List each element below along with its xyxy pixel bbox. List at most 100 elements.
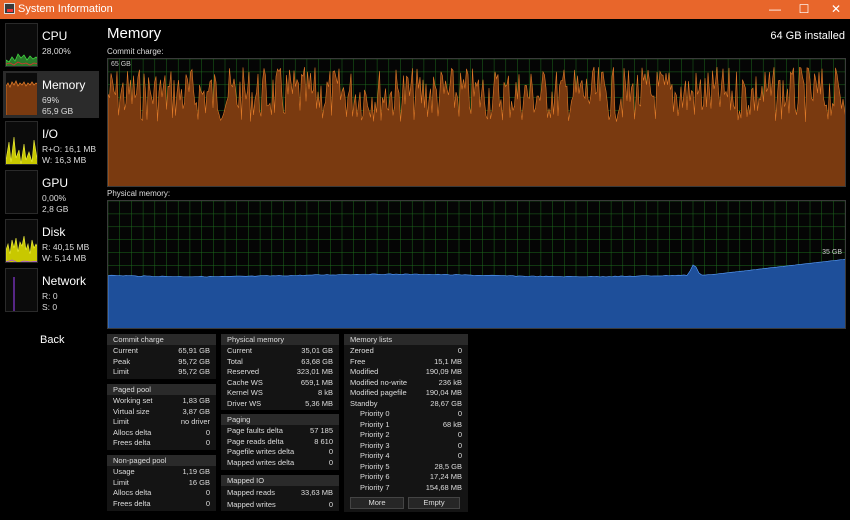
maximize-button[interactable]: ☐: [788, 0, 820, 19]
stat-row: Mapped reads 33,63 MB: [227, 488, 333, 497]
stat-row: Allocs delta 0: [113, 427, 210, 437]
sidebar-item-value: 2,8 GB: [42, 204, 69, 214]
stat-row: Reserved 323,01 MB: [227, 367, 333, 376]
io-thumbnail-graph: [5, 121, 38, 165]
stat-row: Limit 16 GB: [113, 477, 210, 487]
stat-row: Current 35,01 GB: [227, 346, 333, 355]
paging-panel: Paging Page faults delta 57 185 Page read…: [221, 414, 339, 470]
stat-row: Zeroed 0: [350, 346, 462, 355]
disk-thumbnail-graph: [5, 219, 38, 263]
stat-row: Frees delta 0: [113, 498, 210, 508]
commit-charge-graph: 65 GB: [107, 58, 846, 187]
sidebar-item-io[interactable]: I/O R+O: 16,1 MB W: 16,3 MB: [3, 120, 99, 167]
stat-row: Modified pagefile 190,04 MB: [350, 388, 462, 397]
stat-row: Modified 190,09 MB: [350, 367, 462, 376]
stat-row: Priority 20: [360, 430, 462, 439]
sidebar: CPU 28,00% Memory 69% 65,9 GB I/O R+O: 1…: [0, 19, 104, 520]
sidebar-item-value: W: 16,3 MB: [42, 155, 87, 165]
panel-header: Physical memory: [221, 334, 339, 345]
stat-row: Working set 1,83 GB: [113, 396, 210, 405]
physical-memory-panel: Physical memory Current 35,01 GB Total 63,…: [221, 334, 339, 410]
cpu-thumbnail-graph: [5, 23, 38, 67]
memory-thumbnail-graph: [5, 72, 38, 116]
close-button[interactable]: ✕: [820, 0, 850, 19]
stat-row: Priority 7 154,68 MB: [360, 482, 462, 492]
window-title: System Information: [18, 3, 113, 15]
commit-charge-panel: Commit charge Current 65,91 GB Peak 95,72 …: [107, 334, 216, 379]
stat-row: Allocs delta 0: [113, 488, 210, 497]
stat-row: Priority 1 68 kB: [360, 419, 462, 429]
stat-row: Page reads delta 8 610: [227, 436, 333, 446]
stat-row: Cache WS 659,1 MB: [227, 377, 333, 387]
stat-row: Usage 1,19 GB: [113, 467, 210, 476]
stat-row: Priority 40: [360, 451, 462, 460]
sidebar-item-value: 65,9 GB: [42, 106, 74, 116]
stat-row: Mapped writes 0: [227, 500, 333, 509]
sidebar-item-value: R+O: 16,1 MB: [42, 144, 97, 154]
sidebar-item-label: Network: [42, 274, 87, 288]
sidebar-item-label: Memory: [42, 78, 86, 92]
paged-pool-panel: Paged pool Working set 1,83 GB Virtual si…: [107, 384, 216, 450]
memory-lists-panel: Memory lists Zeroed 0 Free 15,1 MB Modifie…: [344, 334, 468, 512]
stat-row: Frees delta 0: [113, 438, 210, 447]
stat-row: Current 65,91 GB: [113, 346, 210, 355]
stat-row: Priority 30: [360, 440, 462, 450]
sidebar-item-cpu[interactable]: CPU 28,00%: [3, 22, 99, 69]
page-title: Memory: [107, 25, 162, 42]
commit-scale-tag: 65 GB: [111, 61, 131, 68]
panel-header: Paging: [221, 414, 339, 425]
commit-charge-label: Commit charge:: [107, 47, 164, 56]
stat-row: Modified no-write 236 kB: [350, 377, 462, 387]
sidebar-item-label: CPU: [42, 29, 68, 43]
physical-scale-tag: 35 GB: [822, 249, 842, 256]
stat-row: Page faults delta 57 185: [227, 426, 333, 435]
stat-row: Limit no driver: [113, 417, 210, 426]
sidebar-item-value: 69%: [42, 95, 60, 105]
sidebar-item-value: R: 40,15 MB: [42, 242, 90, 252]
sidebar-item-value: W: 5,14 MB: [42, 253, 87, 263]
stat-row: Peak 95,72 GB: [113, 356, 210, 366]
sidebar-item-value: 28,00%: [42, 46, 71, 56]
sidebar-item-gpu[interactable]: GPU 0,00% 2,8 GB: [3, 169, 99, 216]
panel-header: Non-paged pool: [107, 455, 216, 466]
mapped-io-panel: Mapped IO Mapped reads 33,63 MB Mapped wr…: [221, 475, 339, 511]
stat-row: Free 15,1 MB: [350, 356, 462, 366]
commit-charge-plot: [108, 59, 845, 186]
empty-button[interactable]: Empty: [408, 497, 460, 509]
stat-row: Limit 95,72 GB: [113, 367, 210, 376]
non-paged-pool-panel: Non-paged pool Usage 1,19 GB Limit 16 GB A…: [107, 455, 216, 511]
stat-row: Kernel WS 8 kB: [227, 388, 333, 397]
physical-memory-graph: 35 GB: [107, 200, 846, 329]
stat-row: Pagefile writes delta 0: [227, 447, 333, 456]
minimize-button[interactable]: —: [759, 0, 791, 19]
sidebar-item-label: I/O: [42, 127, 59, 141]
gpu-thumbnail-graph: [5, 170, 38, 214]
network-thumbnail-graph: [5, 268, 38, 312]
stat-row: Total 63,68 GB: [227, 356, 333, 366]
title-bar: System Information — ☐ ✕: [0, 0, 850, 19]
sidebar-item-label: Disk: [42, 225, 66, 239]
panel-header: Mapped IO: [221, 475, 339, 486]
stat-row: Mapped writes delta 0: [227, 457, 333, 467]
panel-header: Memory lists: [344, 334, 468, 345]
installed-memory: 64 GB installed: [770, 30, 845, 42]
sidebar-item-disk[interactable]: Disk R: 40,15 MB W: 5,14 MB: [3, 218, 99, 265]
stat-row: Standby 28,67 GB: [350, 398, 462, 408]
stat-row: Priority 6 17,24 MB: [360, 472, 462, 481]
stat-row: Driver WS 5,36 MB: [227, 398, 333, 408]
panel-header: Paged pool: [107, 384, 216, 395]
physical-memory-plot: [108, 201, 845, 328]
sidebar-item-value: R: 0: [42, 291, 58, 301]
physical-memory-label: Physical memory:: [107, 189, 171, 198]
app-icon: [4, 3, 15, 14]
stat-row: Virtual size 3,87 GB: [113, 406, 210, 416]
sidebar-item-value: 0,00%: [42, 193, 67, 203]
sidebar-item-network[interactable]: Network R: 0 S: 0: [3, 267, 99, 314]
stat-row: Priority 00: [360, 409, 462, 418]
stat-row: Priority 5 28,5 GB: [360, 461, 462, 471]
more-button[interactable]: More: [350, 497, 404, 509]
sidebar-item-memory[interactable]: Memory 69% 65,9 GB: [3, 71, 99, 118]
panel-header: Commit charge: [107, 334, 216, 345]
sidebar-item-value: S: 0: [42, 302, 58, 312]
back-button[interactable]: Back: [40, 334, 64, 346]
